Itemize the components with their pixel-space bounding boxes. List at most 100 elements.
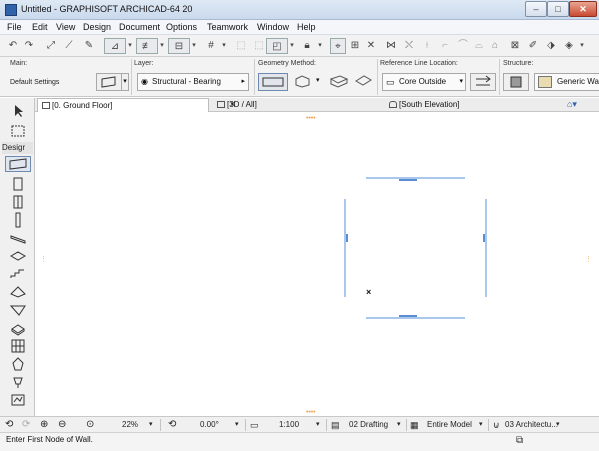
zoom-in-icon[interactable]: ⊕ [40,419,54,431]
rotation-angle[interactable]: 0.00° [200,419,219,431]
chevron-down-icon[interactable]: ▾ [479,419,483,431]
orientation-icon[interactable]: ⟲ [168,419,176,431]
layer-settings-icon[interactable]: ◰ [266,38,288,54]
flip-reference-button[interactable] [470,73,496,91]
chevron-down-icon[interactable]: ▾ [556,419,560,431]
curtain-wall-tool-icon[interactable] [9,338,27,354]
view-options-button[interactable]: ⌂▾ [563,98,593,112]
menu-options[interactable]: Options [166,22,197,32]
snap-guides-icon[interactable]: ⊟ [168,38,190,54]
rectangle-wall-button[interactable] [328,73,350,91]
object-tool-icon[interactable] [9,356,27,372]
cross-icon[interactable]: ✕ [364,38,378,54]
fit-in-window-icon[interactable]: ⊙ [86,419,100,431]
adjust-icon[interactable]: ⋈ [384,38,398,54]
beam-tool-icon[interactable] [9,230,27,246]
straight-wall-button[interactable] [258,73,288,91]
menu-teamwork[interactable]: Teamwork [207,22,248,32]
reference-line-dropdown[interactable]: ▭ Core Outside ▾ [382,73,466,91]
shell-tool-icon[interactable] [9,302,27,318]
floor-plan-canvas[interactable]: • • • • ⋮ ⋮ • • • • × [35,113,599,416]
inject-parameters-icon[interactable]: ⟋ [62,38,76,54]
chain-wall-button[interactable] [292,73,314,91]
lamp-tool-icon[interactable] [9,374,27,390]
trace-reference-icon[interactable]: ⌖ [330,38,346,54]
maximize-button[interactable]: □ [547,1,569,17]
menu-edit[interactable]: Edit [32,22,48,32]
slab-tool-icon[interactable] [9,248,27,264]
view-cube-icon[interactable]: ◈ [562,38,576,54]
menu-window[interactable]: Window [257,22,289,32]
chevron-down-icon[interactable]: ▾ [158,38,166,54]
chevron-down-icon[interactable]: ▾ [126,38,134,54]
chevron-down-icon[interactable]: ▾ [316,419,320,431]
window-layout-icon[interactable]: ⧉ [516,435,523,446]
menu-file[interactable]: File [7,22,22,32]
intersect-icon[interactable]: ⤬ [402,38,416,54]
morph-tool-icon[interactable] [9,320,27,336]
toolbox-palette-label[interactable]: Desigr [2,142,33,154]
home-icon[interactable]: ⌂ [488,38,502,54]
lock-icon[interactable]: 🔒︎ [300,38,314,54]
chevron-down-icon[interactable]: ▾ [235,419,239,431]
rotate-icon[interactable]: ⟲ [5,419,19,431]
minimize-button[interactable]: – [525,1,547,17]
grid-snap-icon[interactable]: # [204,38,218,54]
model-view-option[interactable]: Entire Model [427,419,472,431]
zoom-value[interactable]: 22% [122,419,138,431]
zone-tool-icon[interactable] [9,392,27,408]
multiply-icon[interactable]: ⊠ [508,38,522,54]
fillet-icon[interactable]: ⌐ [438,38,452,54]
curve-icon[interactable]: ⌒ [456,38,470,54]
undo-icon[interactable]: ↶ [6,38,20,54]
window-tool-icon[interactable] [9,194,27,210]
pick-up-parameters-icon[interactable]: ⤢ [44,38,58,54]
stair-tool-icon[interactable] [9,266,27,282]
eyedropper-icon[interactable]: ✎ [82,38,96,54]
column-tool-icon[interactable] [9,212,27,228]
chevron-down-icon[interactable]: ▾ [121,73,129,91]
close-button[interactable]: ✕ [569,1,597,17]
chevron-down-icon[interactable]: ▾ [397,419,401,431]
default-settings-link[interactable]: Default Settings [10,79,59,86]
archicad-app-icon[interactable] [5,4,17,16]
menu-help[interactable]: Help [297,22,316,32]
marquee-tool-icon[interactable] [9,123,27,139]
measure-icon[interactable]: ⊞ [348,38,362,54]
tab-3d-all[interactable]: [3D / All] [213,98,373,112]
redo-view-icon[interactable]: ⟳ [22,419,36,431]
chevron-down-icon[interactable]: ▾ [578,38,586,54]
scale-value[interactable]: 1:100 [279,419,299,431]
pen-edit-icon[interactable]: ✐ [526,38,540,54]
arrow-tool-icon[interactable] [9,103,27,119]
zoom-out-icon[interactable]: ⊖ [58,419,72,431]
tab-south-elevation[interactable]: [South Elevation] [385,98,535,112]
menu-design[interactable]: Design [83,22,111,32]
rotated-wall-button[interactable] [352,73,374,91]
structure-type-button[interactable] [503,73,529,91]
chevron-down-icon[interactable]: ▾ [220,38,228,54]
layer-combination[interactable]: 02 Drafting [349,419,388,431]
render-icon[interactable]: ⬗ [544,38,558,54]
building-material-dropdown[interactable]: Generic Wa [534,73,599,91]
tab-ground-floor[interactable]: [0. Ground Floor] [37,98,209,112]
guide-lines-icon[interactable]: ≢ [136,38,158,54]
offset-icon[interactable]: ⌓ [472,38,486,54]
door-tool-icon[interactable] [9,176,27,192]
pen-set[interactable]: 03 Architectu... [505,419,558,431]
chevron-down-icon[interactable]: ▾ [316,38,324,54]
wall-settings-button[interactable] [96,73,122,91]
suspend-groups-icon[interactable]: ⬚ [234,38,248,54]
redo-icon[interactable]: ↷ [22,38,36,54]
layer-dropdown[interactable]: Structural - Bearing ◉ ▸ [137,73,249,91]
group-icon[interactable]: ⬚ [252,38,266,54]
menu-view[interactable]: View [56,22,75,32]
chevron-down-icon[interactable]: ▾ [149,419,153,431]
wall-tool-icon[interactable] [5,156,31,172]
chevron-down-icon[interactable]: ▾ [316,73,324,91]
roof-tool-icon[interactable] [9,284,27,300]
menu-document[interactable]: Document [119,22,160,32]
chevron-down-icon[interactable]: ▾ [288,38,296,54]
magic-wand-icon[interactable]: ⊿ [104,38,126,54]
trim-icon[interactable]: ⟊ [420,38,434,54]
